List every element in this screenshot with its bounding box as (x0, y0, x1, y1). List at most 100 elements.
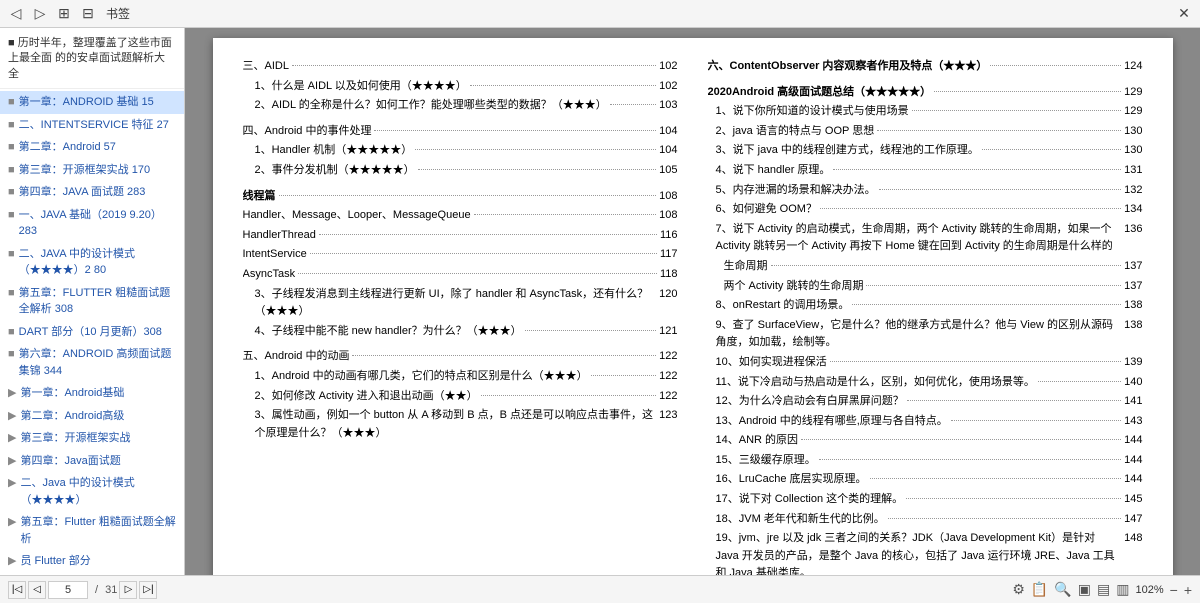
thread-handlerthread-dots (319, 234, 657, 235)
sidebar-item-label-8: DART 部分（10 月更新）308 (19, 324, 162, 341)
sidebar-item-12[interactable]: ▶ 第三章：开源框架实战 (0, 427, 184, 450)
toolbar: ◁ ▷ ⊞ ⊟ 书签 ✕ (0, 0, 1200, 28)
zoom-out-icon[interactable]: − (1170, 582, 1178, 598)
2020-item-16-label: 16、LruCache 底层实现原理。 (716, 471, 867, 489)
events-item-1: 1、Handler 机制（★★★★★） 104 (255, 142, 678, 160)
2020-item-14: 14、ANR 的原因 144 (716, 432, 1143, 450)
aidl-item-1-dots (470, 85, 656, 86)
animation-title-line: 五、Android 中的动画 122 (243, 348, 678, 366)
aidl-item-1-label: 1、什么是 AIDL 以及如何使用（★★★★） (255, 78, 467, 96)
2020-item-17: 17、说下对 Collection 这个类的理解。 145 (716, 491, 1143, 509)
events-title-dots (374, 130, 656, 131)
section-events: 四、Android 中的事件处理 104 1、Handler 机制（★★★★★）… (243, 123, 678, 180)
sidebar-item-1[interactable]: ■ 二、INTENTSERVICE 特征 27 (0, 114, 184, 137)
bottom-tool-4-icon[interactable]: ▣ (1078, 581, 1091, 598)
events-item-1-page: 104 (659, 142, 677, 160)
2020-item-4-label: 4、说下 handler 原理。 (716, 162, 831, 180)
2020-item-16-dots (870, 478, 1122, 479)
co-title-dots (990, 65, 1121, 66)
2020-item-1-label: 1、说下你所知道的设计模式与使用场景 (716, 103, 909, 121)
2020-item-16: 16、LruCache 底层实现原理。 144 (716, 471, 1143, 489)
bullet-icon-5: ■ (8, 207, 15, 224)
pdf-right-col: 六、ContentObserver 内容观察者作用及特点（★★★） 124 20… (708, 58, 1143, 575)
2020-item-11-dots (1038, 381, 1121, 382)
sidebar-item-label-11: 第二章：Android高级 (20, 408, 124, 425)
2020-item-3-label: 3、说下 java 中的线程创建方式，线程池的工作原理。 (716, 142, 979, 160)
sidebar-item-2[interactable]: ■ 第二章：Android 57 (0, 136, 184, 159)
2020-item-17-page: 145 (1124, 491, 1142, 509)
nav-prev-btn[interactable]: ◁ (28, 581, 46, 599)
aidl-item-2: 2、AIDL 的全称是什么？如何工作？能处理哪些类型的数据？（★★★） 103 (255, 97, 678, 115)
sidebar-item-label-12: 第三章：开源框架实战 (20, 430, 130, 447)
section-aidl: 三、AIDL 102 1、什么是 AIDL 以及如何使用（★★★★） 102 2… (243, 58, 678, 115)
thread-intentservice-page: 117 (660, 246, 678, 264)
co-title-label: 六、ContentObserver 内容观察者作用及特点（★★★） (708, 58, 988, 76)
2020-item-5-label: 5、内存泄漏的场景和解决办法。 (716, 182, 876, 200)
thread-handler-dots (474, 214, 657, 215)
co-title-line: 六、ContentObserver 内容观察者作用及特点（★★★） 124 (708, 58, 1143, 76)
aidl-item-2-label: 2、AIDL 的全称是什么？如何工作？能处理哪些类型的数据？（★★★） (255, 97, 607, 115)
sidebar-item-3[interactable]: ■ 第三章：开源框架实战 170 (0, 159, 184, 182)
2020-item-11-page: 140 (1124, 374, 1142, 392)
sidebar-item-7[interactable]: ■ 第五章：FLUTTER 粗糙面试题全解析 308 (0, 282, 184, 321)
2020-item-18-page: 147 (1124, 511, 1142, 529)
2020-item-5-page: 132 (1124, 182, 1142, 200)
events-title-label: 四、Android 中的事件处理 (243, 123, 372, 141)
bottom-tool-3-icon[interactable]: 🔍 (1054, 581, 1071, 598)
thread-title-label: 线程篇 (243, 188, 276, 206)
section-thread: 线程篇 108 Handler、Message、Looper、MessageQu… (243, 188, 678, 341)
sidebar-item-label-4: 第四章：JAVA 面试题 283 (19, 184, 146, 201)
thread-handlerthread-label: HandlerThread (243, 227, 316, 245)
thread-title-dots (279, 195, 657, 196)
sidebar-item-10[interactable]: ▶ 第一章：Android基础 (0, 382, 184, 405)
2020-item-10: 10、如何实现进程保活 139 (716, 354, 1143, 372)
page-number-input[interactable]: 5 (48, 581, 88, 599)
animation-item-2-dots (481, 395, 657, 396)
sidebar-item-4[interactable]: ■ 第四章：JAVA 面试题 283 (0, 181, 184, 204)
2020-item-6-dots (820, 208, 1121, 209)
2020-item-3-page: 130 (1124, 142, 1142, 160)
bottom-tool-6-icon[interactable]: ▥ (1116, 581, 1129, 598)
pdf-left-col: 三、AIDL 102 1、什么是 AIDL 以及如何使用（★★★★） 102 2… (243, 58, 678, 575)
nav-first-btn[interactable]: |◁ (8, 581, 26, 599)
zoom-in-icon[interactable]: + (1184, 582, 1192, 598)
thread-item-4-label: 4、子线程中能不能 new handler？为什么？（★★★） (255, 323, 522, 341)
sidebar-item-0[interactable]: ■ 第一章：ANDROID 基础 15 (0, 91, 184, 114)
2020-item-6: 6、如何避免 OOM？ 134 (716, 201, 1143, 219)
sidebar-item-16[interactable]: ▶ 员 Flutter 部分 (0, 550, 184, 573)
bottom-tool-5-icon[interactable]: ▤ (1097, 581, 1110, 598)
sidebar-item-label-13: 第四章：Java面试题 (20, 453, 120, 470)
2020-item-11-label: 11、说下冷启动与热启动是什么，区别，如何优化，使用场景等。 (716, 374, 1035, 392)
2020-item-7a-label: 生命周期 (724, 258, 768, 276)
2020-item-15: 15、三级缓存原理。 144 (716, 452, 1143, 470)
sidebar-item-15[interactable]: ▶ 第五章：Flutter 粗糙面试题全解析 (0, 511, 184, 550)
sidebar-item-11[interactable]: ▶ 第二章：Android高级 (0, 405, 184, 428)
toolbar-back-btn[interactable]: ◁ (6, 4, 26, 24)
2020-item-10-label: 10、如何实现进程保活 (716, 354, 827, 372)
nav-next-btn[interactable]: ▷ (119, 581, 137, 599)
thread-item-4-dots (525, 330, 657, 331)
2020-item-7b: 两个 Activity 跳转的生命周期 137 (724, 278, 1143, 296)
sidebar-item-8[interactable]: ■ DART 部分（10 月更新）308 (0, 321, 184, 344)
events-item-2-dots (418, 169, 657, 170)
bottom-tool-1-icon[interactable]: ⚙ (1012, 581, 1025, 598)
toolbar-close-btn[interactable]: ✕ (1174, 4, 1194, 24)
bullet-icon-15: ▶ (8, 514, 16, 531)
bottom-tool-2-icon[interactable]: 📋 (1031, 581, 1048, 598)
toolbar-bookmark-btn[interactable]: ⊞ (54, 4, 74, 24)
sidebar-item-5[interactable]: ■ 一、JAVA 基础（2019 9.20）283 (0, 204, 184, 243)
toolbar-forward-btn[interactable]: ▷ (30, 4, 50, 24)
animation-item-3: 3、属性动画，例如一个 button 从 A 移动到 B 点，B 点还是可以响应… (255, 407, 678, 442)
toolbar-save-btn[interactable]: ⊟ (78, 4, 98, 24)
sidebar-item-9[interactable]: ■ 第六章：ANDROID 高频面试题集锦 344 (0, 343, 184, 382)
2020-item-11: 11、说下冷启动与热启动是什么，区别，如何优化，使用场景等。 140 (716, 374, 1143, 392)
pdf-page: 三、AIDL 102 1、什么是 AIDL 以及如何使用（★★★★） 102 2… (213, 38, 1173, 575)
events-item-1-dots (415, 149, 656, 150)
sidebar-item-14[interactable]: ▶ 二、Java 中的设计模式（★★★★） (0, 472, 184, 511)
sidebar-item-label-1: 二、INTENTSERVICE 特征 27 (19, 117, 169, 134)
nav-last-btn[interactable]: ▷| (139, 581, 157, 599)
page-total-label: / (92, 584, 101, 596)
2020-item-15-dots (819, 459, 1121, 460)
sidebar-item-13[interactable]: ▶ 第四章：Java面试题 (0, 450, 184, 473)
sidebar-item-6[interactable]: ■ 二、JAVA 中的设计模式（★★★★）2 80 (0, 243, 184, 282)
